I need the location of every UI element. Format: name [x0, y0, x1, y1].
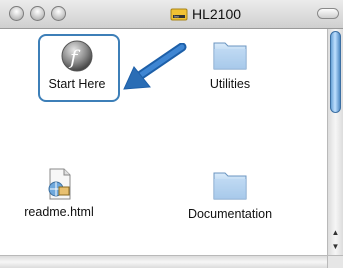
pointer-arrow-icon: [123, 43, 187, 90]
resize-corner[interactable]: [327, 255, 343, 268]
finder-window: bro HL2100 f Start Here Utilities readme…: [0, 0, 343, 268]
svg-text:bro: bro: [175, 15, 180, 19]
item-label: Utilities: [209, 77, 251, 91]
item-readme[interactable]: readme.html: [4, 167, 114, 219]
toolbar-toggle-button[interactable]: [317, 8, 339, 19]
title-bar[interactable]: bro HL2100: [0, 0, 343, 29]
vertical-scrollbar[interactable]: ▲ ▼: [327, 29, 343, 255]
scroll-down-arrow-icon[interactable]: ▼: [328, 240, 343, 254]
item-label: readme.html: [24, 205, 94, 219]
horizontal-scrollbar[interactable]: [0, 255, 327, 268]
scroll-thumb[interactable]: [330, 31, 341, 113]
item-start-here[interactable]: f Start Here: [38, 34, 120, 102]
close-button[interactable]: [9, 6, 24, 21]
window-title: bro HL2100: [170, 4, 241, 24]
zoom-button[interactable]: [51, 6, 66, 21]
item-documentation[interactable]: Documentation: [175, 167, 285, 221]
item-label: Documentation: [187, 207, 273, 221]
window-title-text: HL2100: [192, 6, 242, 22]
item-utilities[interactable]: Utilities: [175, 37, 285, 91]
html-document-icon: [48, 168, 71, 200]
brother-disk-icon: bro: [170, 8, 188, 21]
folder-icon: [213, 42, 247, 70]
scroll-up-arrow-icon[interactable]: ▲: [328, 226, 343, 240]
folder-icon: [213, 172, 247, 200]
icon-view: f Start Here Utilities readme.html Docum…: [0, 29, 327, 255]
minimize-button[interactable]: [30, 6, 45, 21]
